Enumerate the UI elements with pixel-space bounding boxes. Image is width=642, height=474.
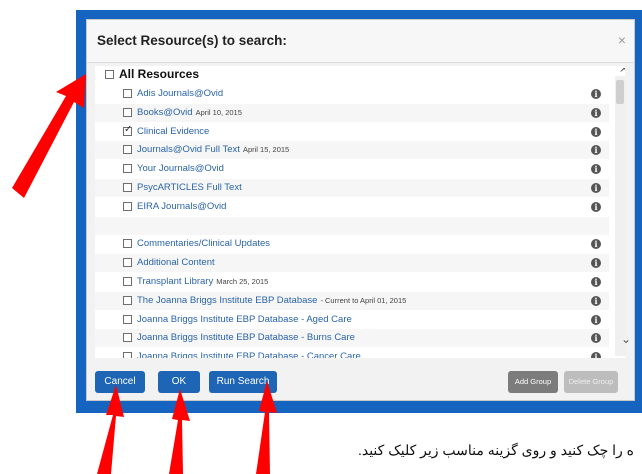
arrow-to-cancel [97, 385, 124, 474]
arrow-to-ok [169, 389, 190, 474]
arrow-to-all-resources [12, 74, 86, 198]
annotation-arrows [12, 74, 277, 474]
arrow-to-run-search [256, 381, 277, 474]
